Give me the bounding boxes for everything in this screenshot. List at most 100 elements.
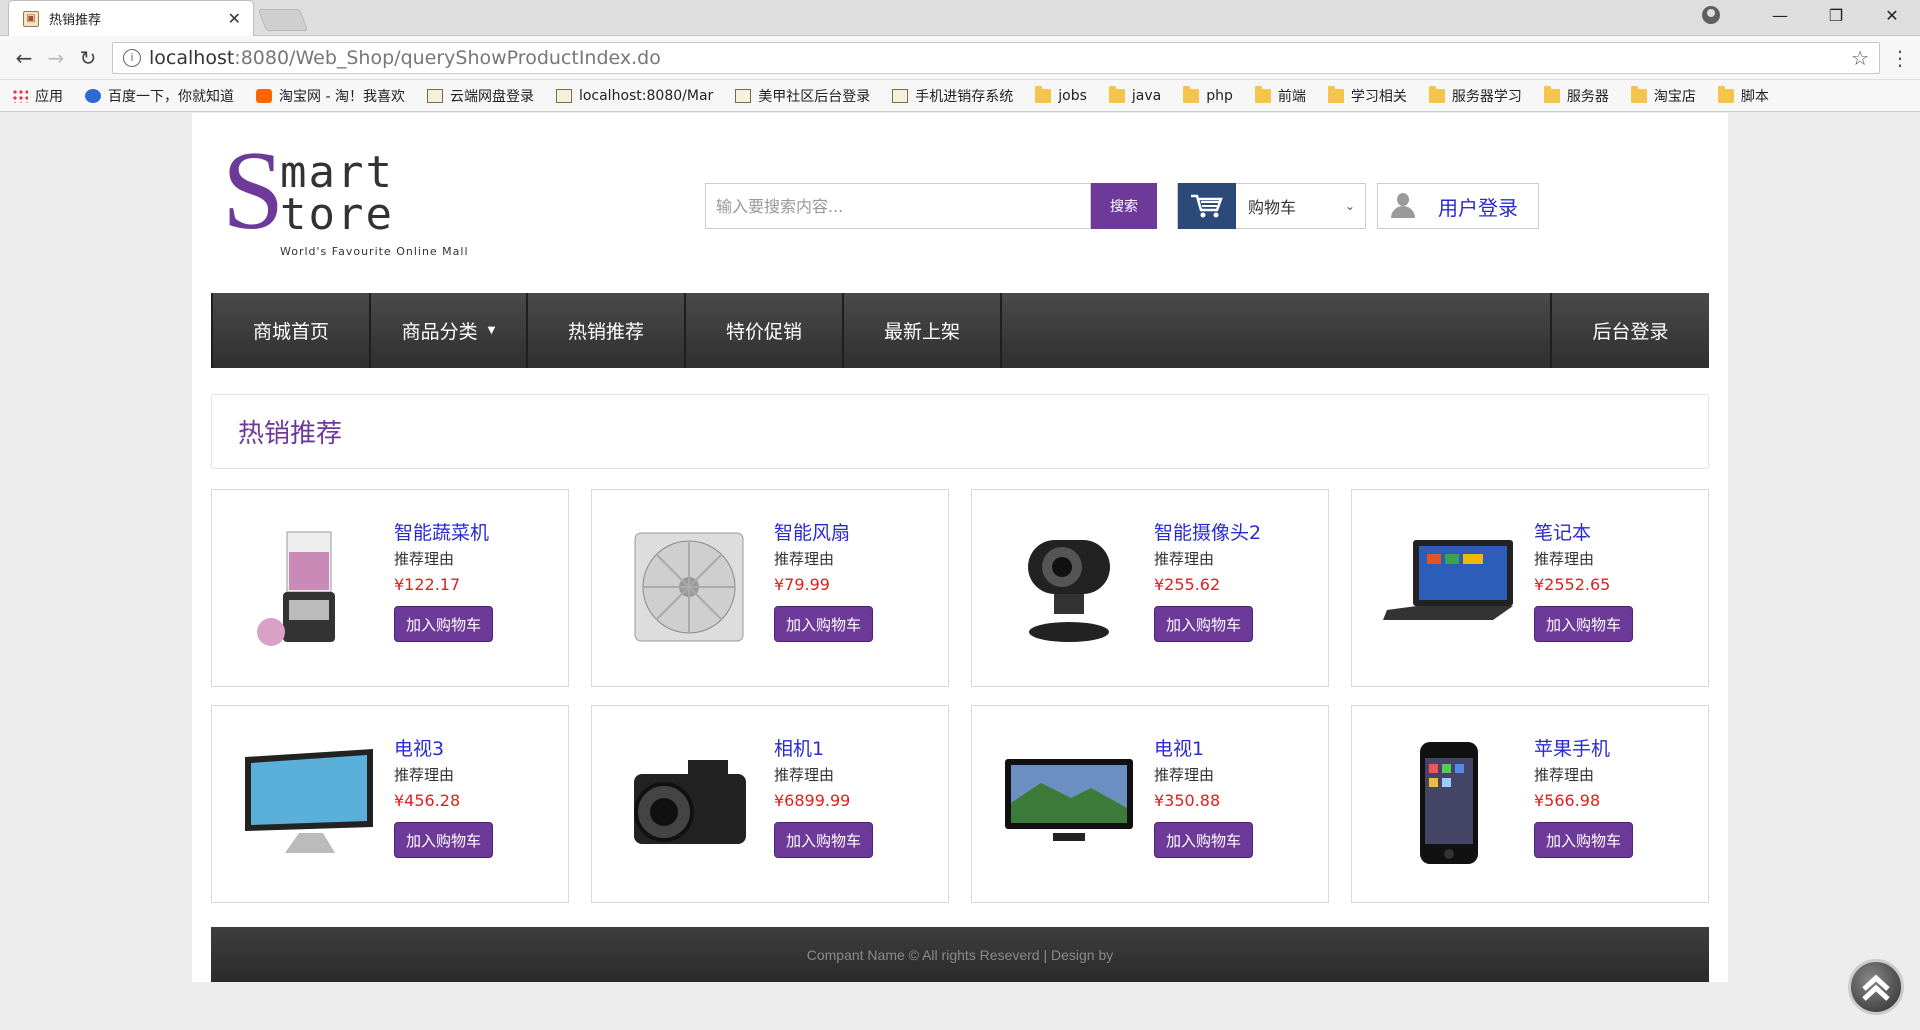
page-icon	[735, 88, 752, 103]
store-logo[interactable]: S mart tore World's Favourite Online Mal…	[222, 135, 492, 258]
add-to-cart-button[interactable]: 加入购物车	[394, 822, 493, 858]
add-to-cart-button[interactable]: 加入购物车	[1534, 606, 1633, 642]
bookmark-item[interactable]: 应用	[12, 86, 63, 106]
product-name-link[interactable]: 智能风扇	[774, 518, 873, 545]
page-viewport: S mart tore World's Favourite Online Mal…	[0, 113, 1920, 1030]
back-to-top-button[interactable]	[1848, 959, 1904, 1015]
bookmark-item[interactable]: 服务器	[1543, 85, 1609, 106]
user-login-button[interactable]: 用户登录	[1377, 183, 1539, 229]
folder-icon	[1183, 85, 1200, 103]
browser-menu-icon[interactable]: ⋮	[1888, 46, 1912, 70]
close-window-icon[interactable]: ✕	[1864, 6, 1920, 25]
add-to-cart-button[interactable]: 加入购物车	[774, 606, 873, 642]
restore-icon[interactable]: ❐	[1808, 6, 1864, 25]
nav-admin-label: 后台登录	[1592, 321, 1669, 343]
nav-admin-login[interactable]: 后台登录	[1552, 293, 1709, 368]
browser-tab[interactable]: ▣ 热销推荐 ✕	[8, 0, 254, 36]
tv-icon[interactable]	[994, 728, 1144, 878]
nav-spacer	[1002, 293, 1552, 368]
food-processor-icon[interactable]	[234, 512, 384, 662]
add-to-cart-button[interactable]: 加入购物车	[1534, 822, 1633, 858]
add-to-cart-button[interactable]: 加入购物车	[394, 606, 493, 642]
profile-icon[interactable]	[1702, 6, 1720, 24]
nav-categories[interactable]: 商品分类 ▼	[371, 293, 528, 368]
nav-hot-label: 热销推荐	[567, 321, 644, 343]
bookmark-item[interactable]: localhost:8080/Mar	[555, 87, 714, 104]
bookmark-item[interactable]: java	[1108, 85, 1162, 104]
bookmark-item[interactable]: 服务器学习	[1428, 85, 1522, 106]
minimize-icon[interactable]: —	[1752, 6, 1808, 25]
fan-icon[interactable]	[614, 512, 764, 662]
cart-label: 购物车	[1248, 198, 1297, 217]
new-tab-button[interactable]	[257, 9, 309, 31]
product-name-link[interactable]: 电视3	[394, 734, 493, 761]
bookmark-item[interactable]: 手机进销存系统	[892, 86, 1013, 106]
nav-home[interactable]: 商城首页	[211, 293, 371, 368]
baidu-paw-icon	[85, 88, 101, 103]
bookmark-item[interactable]: 前端	[1254, 85, 1306, 106]
add-to-cart-button[interactable]: 加入购物车	[774, 822, 873, 858]
cart-dropdown[interactable]: 购物车 ⌄	[1177, 183, 1366, 229]
site-info-icon[interactable]: i	[123, 48, 141, 67]
product-name-link[interactable]: 电视1	[1154, 734, 1253, 761]
section-title: 热销推荐	[211, 394, 1709, 469]
product-card: 相机1 推荐理由 ¥6899.99 加入购物车	[591, 705, 949, 903]
product-name-link[interactable]: 智能摄像头2	[1154, 518, 1261, 545]
product-name-link[interactable]: 智能蔬菜机	[394, 518, 493, 545]
product-name-link[interactable]: 相机1	[774, 734, 873, 761]
bookmark-item[interactable]: 百度一下，你就知道	[85, 86, 234, 106]
product-name-link[interactable]: 笔记本	[1534, 518, 1633, 545]
webcam-icon[interactable]	[994, 512, 1144, 662]
product-card: 电视3 推荐理由 ¥456.28 加入购物车	[211, 705, 569, 903]
product-price: ¥2552.65	[1534, 575, 1611, 594]
bookmark-item[interactable]: 淘宝店	[1630, 85, 1696, 106]
bookmark-item[interactable]: 脚本	[1717, 85, 1769, 106]
laptop-icon[interactable]	[1374, 512, 1524, 662]
bookmark-item[interactable]: 美甲社区后台登录	[735, 86, 870, 106]
bookmark-item[interactable]: php	[1183, 85, 1233, 104]
product-name-link[interactable]: 苹果手机	[1534, 734, 1633, 761]
chevron-down-icon: ⌄	[1344, 199, 1356, 213]
bookmark-label: jobs	[1058, 87, 1087, 104]
nav-hot[interactable]: 热销推荐	[528, 293, 686, 368]
close-tab-icon[interactable]: ✕	[228, 9, 241, 28]
camera-icon[interactable]	[614, 728, 764, 878]
nav-new[interactable]: 最新上架	[844, 293, 1002, 368]
bookmark-label: java	[1131, 87, 1162, 104]
page-icon	[892, 88, 909, 103]
user-icon	[1390, 193, 1416, 219]
product-card: 智能风扇 推荐理由 ¥79.99 加入购物车	[591, 489, 949, 687]
back-arrow-icon[interactable]: ←	[8, 42, 40, 74]
logo-tagline: World's Favourite Online Mall	[280, 245, 469, 258]
bookmark-label: php	[1206, 87, 1233, 104]
search-input[interactable]	[705, 183, 1091, 229]
add-to-cart-button[interactable]: 加入购物车	[1154, 606, 1253, 642]
product-price: ¥566.98	[1534, 791, 1601, 810]
forward-arrow-icon[interactable]: →	[40, 42, 72, 74]
search-button[interactable]: 搜索	[1091, 183, 1157, 229]
bookmark-item[interactable]: 云端网盘登录	[426, 86, 534, 106]
monitor-icon[interactable]	[234, 728, 384, 878]
product-info: 电视3 推荐理由 ¥456.28 加入购物车	[394, 734, 493, 858]
page-icon	[426, 88, 443, 103]
product-card: 苹果手机 推荐理由 ¥566.98 加入购物车	[1351, 705, 1709, 903]
bookmark-item[interactable]: 学习相关	[1327, 85, 1407, 106]
product-info: 电视1 推荐理由 ¥350.88 加入购物车	[1154, 734, 1253, 858]
address-toolbar: ← → ↻ i localhost:8080/Web_Shop/querySho…	[0, 36, 1920, 80]
bookmark-label: localhost:8080/Mar	[578, 87, 714, 104]
add-to-cart-button[interactable]: 加入购物车	[1154, 822, 1253, 858]
folder-icon	[1543, 85, 1560, 103]
url-path: :8080/Web_Shop/queryShowProductIndex.do	[234, 46, 661, 69]
bookmark-item[interactable]: 淘宝网 - 淘！我喜欢	[256, 86, 405, 106]
smartphone-icon[interactable]	[1374, 728, 1524, 878]
bookmark-item[interactable]: jobs	[1035, 85, 1087, 104]
nav-sale[interactable]: 特价促销	[686, 293, 844, 368]
product-reason: 推荐理由	[1534, 550, 1595, 568]
address-bar[interactable]: i localhost:8080/Web_Shop/queryShowProdu…	[112, 41, 1880, 74]
product-reason: 推荐理由	[394, 766, 455, 784]
reload-icon[interactable]: ↻	[72, 42, 104, 74]
folder-icon	[1035, 85, 1052, 103]
bookmark-star-icon[interactable]: ☆	[1851, 46, 1869, 70]
product-price: ¥122.17	[394, 575, 461, 594]
folder-icon	[1630, 85, 1647, 103]
